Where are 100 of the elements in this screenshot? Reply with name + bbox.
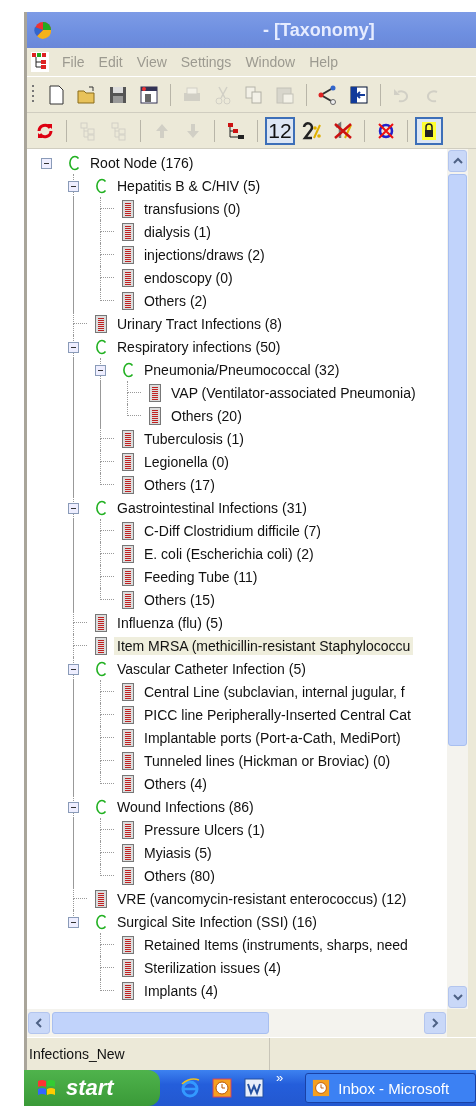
windows-flag-icon <box>36 1078 58 1098</box>
tree-item[interactable]: Gastrointestinal Infections (31) <box>114 498 310 517</box>
tree-item[interactable]: Myiasis (5) <box>141 843 215 862</box>
collapse-toggle[interactable] <box>68 917 79 928</box>
tree-item[interactable]: PICC line Peripherally-Inserted Central Cat <box>141 705 414 724</box>
tree-item[interactable]: C-Diff Clostridium difficile (7) <box>141 521 324 540</box>
collapse-toggle[interactable] <box>68 342 79 353</box>
window-title: - [Taxonomy] <box>263 19 375 41</box>
lock-button[interactable] <box>415 116 443 145</box>
tree-item[interactable]: VRE (vancomycin-resistant enterococcus) (12) <box>114 889 410 908</box>
document-icon <box>121 199 134 218</box>
document-icon <box>121 751 134 770</box>
tree-item[interactable]: Others (15) <box>141 590 218 609</box>
tree-item[interactable]: dialysis (1) <box>141 222 214 241</box>
tree-item[interactable]: Others (2) <box>141 291 210 310</box>
chevron-left-icon <box>35 1018 43 1028</box>
document-icon <box>148 383 161 402</box>
scroll-down-button[interactable] <box>448 986 467 1008</box>
tree-item[interactable]: Tuberculosis (1) <box>141 429 247 448</box>
tree-item[interactable]: Wound Infections (86) <box>114 797 257 816</box>
more-button[interactable]: » <box>276 1070 284 1085</box>
category-icon <box>94 660 107 677</box>
tree-item[interactable]: E. coli (Escherichia coli) (2) <box>141 544 317 563</box>
tree-item[interactable]: Feeding Tube (11) <box>141 567 261 586</box>
document-icon <box>121 981 134 1000</box>
document-icon <box>121 728 134 747</box>
tree-item[interactable]: Central Line (subclavian, internal jugular, f <box>141 682 408 701</box>
document-icon <box>94 314 107 333</box>
collapse-toggle[interactable] <box>68 181 79 192</box>
tree-item[interactable]: injections/draws (2) <box>141 245 268 264</box>
tree-item[interactable]: Respiratory infections (50) <box>114 337 284 356</box>
count-toggle[interactable]: 12 <box>265 116 295 145</box>
document-icon[interactable] <box>244 1078 264 1098</box>
category-icon <box>94 913 107 930</box>
graph-icon <box>317 83 339 106</box>
document-icon <box>148 406 161 425</box>
tree-item[interactable]: Others (17) <box>141 475 218 494</box>
tree-item[interactable]: Influenza (flu) (5) <box>114 613 226 632</box>
tree-item[interactable]: Tunneled lines (Hickman or Broviac) (0) <box>141 751 394 770</box>
document-icon <box>121 866 134 885</box>
tree-item[interactable]: Pressure Ulcers (1) <box>141 820 268 839</box>
collapse-toggle[interactable] <box>68 503 79 514</box>
tree-item[interactable]: Hepatitis B & C/HIV (5) <box>114 176 264 195</box>
document-icon <box>121 820 134 839</box>
collapse-toggle[interactable] <box>95 365 106 376</box>
category-icon <box>94 338 107 355</box>
document-icon <box>121 222 134 241</box>
scroll-right-button[interactable] <box>424 1012 446 1034</box>
collapse-toggle[interactable] <box>41 158 52 169</box>
copy-icon <box>243 83 265 106</box>
tree-item[interactable]: Surgical Site Infection (SSI) (16) <box>114 912 320 931</box>
tree-item[interactable]: endoscopy (0) <box>141 268 236 287</box>
document-icon <box>121 590 134 609</box>
tree-item[interactable]: Pneumonia/Pneumococcal (32) <box>141 360 343 379</box>
tree-item[interactable]: Others (20) <box>168 406 245 425</box>
open-icon <box>76 83 98 106</box>
scroll-left-button[interactable] <box>28 1012 50 1034</box>
category-icon <box>94 499 107 516</box>
panel-icon <box>348 83 370 106</box>
chevron-down-icon <box>452 993 463 1001</box>
chevron-right-icon <box>431 1018 439 1028</box>
no-percent-icon <box>332 119 354 142</box>
browser-icon[interactable] <box>180 1078 200 1098</box>
tree-item[interactable]: Implants (4) <box>141 981 221 1000</box>
document-icon <box>121 245 134 264</box>
document-icon <box>121 291 134 310</box>
scroll-thumb[interactable] <box>52 1012 269 1034</box>
tree-item[interactable]: VAP (Ventilator-associated Pneumonia) <box>168 383 419 402</box>
collapse-toggle[interactable] <box>68 802 79 813</box>
tree-item[interactable]: Legionella (0) <box>141 452 232 471</box>
tree-item[interactable]: Item MRSA (methicillin-resistant Staphylococcu <box>114 636 414 655</box>
document-icon <box>121 475 134 494</box>
document-icon <box>121 958 134 977</box>
tree-item[interactable]: Root Node (176) <box>87 153 197 172</box>
horizontal-scrollbar[interactable] <box>27 1009 447 1037</box>
tree-item[interactable]: transfusions (0) <box>141 199 244 218</box>
document-icon <box>121 567 134 586</box>
taskbar-button[interactable]: Inbox - Microsoft <box>305 1073 476 1103</box>
vertical-scrollbar[interactable] <box>447 149 468 1009</box>
document-icon <box>121 268 134 287</box>
category-icon <box>67 154 80 171</box>
tree-item[interactable]: Others (80) <box>141 866 218 885</box>
tree-item[interactable]: Retained Items (instruments, sharps, need <box>141 935 411 954</box>
document-icon <box>121 843 134 862</box>
document-icon <box>94 889 107 908</box>
tree-item[interactable]: Vascular Catheter Infection (5) <box>114 659 309 678</box>
tree-icon <box>31 52 49 72</box>
collapse-toggle[interactable] <box>68 664 79 675</box>
category-icon <box>94 177 107 194</box>
tree-item[interactable]: Others (4) <box>141 774 210 793</box>
document-icon <box>94 613 107 632</box>
scroll-thumb[interactable] <box>448 174 467 746</box>
scroll-up-button[interactable] <box>448 150 467 172</box>
document-icon <box>121 774 134 793</box>
document-icon <box>121 544 134 563</box>
tree-item[interactable]: Urinary Tract Infections (8) <box>114 314 285 333</box>
tree-item[interactable]: Implantable ports (Port-a-Cath, MediPort) <box>141 728 404 747</box>
preview-icon <box>138 83 160 106</box>
clock-icon[interactable] <box>212 1078 232 1098</box>
tree-item[interactable]: Sterilization issues (4) <box>141 958 284 977</box>
